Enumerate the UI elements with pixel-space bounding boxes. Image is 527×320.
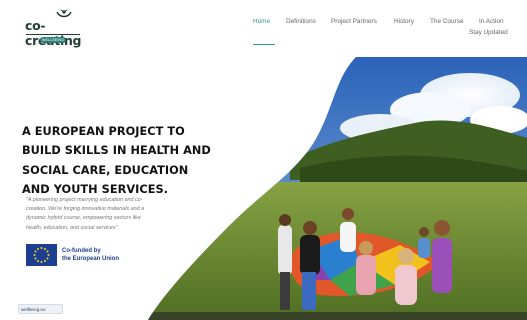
headline-line: BUILD SKILLS IN HEALTH AND (22, 144, 211, 158)
site-header: co-creating WELLBEING Home Definitions P… (0, 0, 527, 52)
subtext-line: creation. We're forging innovative mater… (26, 206, 145, 213)
eu-flag-icon (26, 244, 57, 266)
headline-line: A EUROPEAN PROJECT TO (22, 125, 185, 138)
nav-item-the-course[interactable]: The Course (430, 18, 463, 25)
headline-line: AND YOUTH SERVICES. (22, 182, 169, 196)
hero-subtext: "A pioneering project marrying education… (26, 196, 196, 233)
eu-text-line: Co-funded by (62, 248, 101, 254)
headline-line: SOCIAL CARE, EDUCATION (22, 163, 189, 177)
nav-item-project-partners[interactable]: Project Partners (331, 18, 377, 25)
nav-item-definitions[interactable]: Definitions (286, 18, 316, 25)
nav-item-in-action[interactable]: In Action (479, 18, 504, 25)
nav-active-underline (253, 44, 275, 45)
eu-text-line: the European Union (62, 256, 119, 262)
status-url-tooltip: wellbeing.eu (18, 304, 63, 314)
eu-cofunded-badge: Co-funded by the European Union (26, 242, 156, 270)
eu-cofunded-text: Co-funded by the European Union (62, 247, 152, 263)
hero-headline: A EUROPEAN PROJECT TO BUILD SKILLS IN HE… (22, 122, 222, 199)
subtext-line: "A pioneering project marrying education… (26, 197, 143, 203)
subtext-line: health, education, and social services" (26, 224, 118, 231)
nav-item-home[interactable]: Home (253, 18, 270, 25)
nav-item-stay-updated[interactable]: Stay Updated (469, 29, 508, 36)
main-nav: Home Definitions Project Partners Histor… (0, 17, 527, 47)
subtext-line: dynamic hybrid course, empowering sector… (26, 215, 141, 222)
nav-item-history[interactable]: History (394, 18, 414, 25)
